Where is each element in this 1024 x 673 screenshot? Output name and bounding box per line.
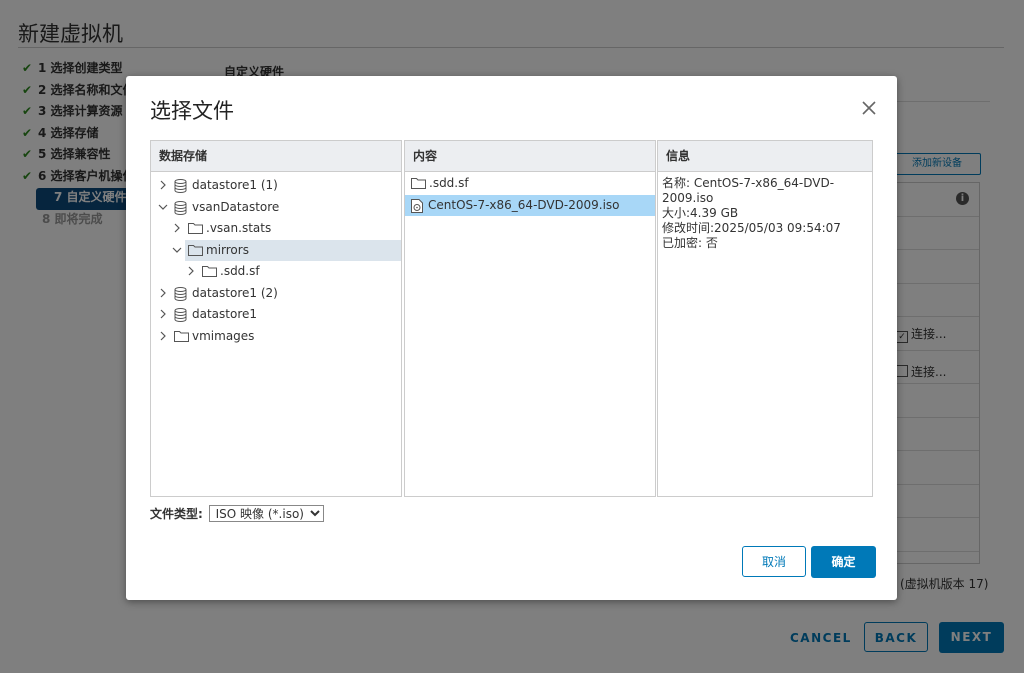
tree-item-selected[interactable]: mirrors: [172, 239, 401, 261]
info-size: 大小:4.39 GB: [662, 206, 739, 220]
tree-item-label: datastore1 (2): [192, 285, 278, 300]
database-icon: [174, 308, 187, 322]
select-file-dialog: 选择文件 数据存储 datastore1 (1) vsanDatastore .…: [126, 76, 897, 600]
chevron-right-icon[interactable]: [158, 180, 168, 190]
datastore-header: 数据存储: [151, 141, 401, 172]
database-icon: [174, 286, 187, 301]
file-type-row: 文件类型: ISO 映像 (*.iso): [150, 505, 324, 522]
chevron-right-icon[interactable]: [158, 331, 168, 341]
file-list-item[interactable]: .sdd.sf: [405, 173, 655, 195]
info-modified: 修改时间:2025/05/03 09:54:07: [662, 221, 841, 235]
file-list-item-selected[interactable]: CentOS-7-x86_64-DVD-2009.iso: [405, 194, 655, 216]
database-icon: [174, 179, 187, 193]
content-pane: 内容 .sdd.sf CentOS-7-x86_64-DVD-2009.iso: [404, 140, 656, 497]
info-name: 名称: CentOS-7-x86_64-DVD-: [662, 176, 835, 190]
close-icon[interactable]: [859, 98, 879, 118]
info-header: 信息: [658, 141, 872, 172]
datastore-pane: 数据存储 datastore1 (1) vsanDatastore .vsan.…: [150, 140, 402, 497]
file-name: .sdd.sf: [429, 176, 469, 190]
folder-icon: [188, 244, 203, 256]
tree-item[interactable]: .vsan.stats: [151, 218, 401, 240]
chevron-right-icon[interactable]: [158, 309, 168, 319]
chevron-right-icon[interactable]: [158, 288, 168, 298]
tree-item[interactable]: datastore1 (2): [151, 283, 401, 305]
tree-item-label: .sdd.sf: [220, 264, 260, 278]
tree-item-label: datastore1: [192, 307, 258, 321]
folder-icon: [188, 223, 203, 234]
ok-button[interactable]: 确定: [811, 546, 876, 578]
file-info: 名称: CentOS-7-x86_64-DVD- 2009.iso 大小:4.3…: [658, 172, 872, 255]
chevron-right-icon[interactable]: [186, 266, 196, 276]
database-icon: [174, 200, 187, 215]
tree-item[interactable]: vmimages: [151, 326, 401, 348]
chevron-down-icon[interactable]: [172, 245, 182, 255]
tree-item-label: vmimages: [192, 328, 255, 343]
tree-item-label: mirrors: [206, 242, 249, 257]
tree-item[interactable]: vsanDatastore: [151, 197, 401, 219]
info-name-cont: 2009.iso: [662, 191, 714, 205]
info-pane: 信息 名称: CentOS-7-x86_64-DVD- 2009.iso 大小:…: [657, 140, 873, 497]
tree-item[interactable]: datastore1 (1): [151, 175, 401, 197]
folder-icon: [411, 178, 426, 189]
file-type-label: 文件类型:: [150, 507, 203, 521]
chevron-right-icon[interactable]: [172, 223, 182, 233]
disc-file-icon: [411, 198, 423, 213]
tree-item-label: .vsan.stats: [206, 221, 272, 235]
dialog-title: 选择文件: [150, 99, 234, 123]
folder-icon: [202, 266, 217, 277]
tree-item-label: vsanDatastore: [192, 199, 280, 214]
cancel-button[interactable]: 取消: [742, 546, 806, 577]
folder-icon: [174, 330, 189, 342]
info-encrypted: 已加密: 否: [662, 236, 718, 250]
content-header: 内容: [405, 141, 655, 172]
tree-item[interactable]: datastore1: [151, 304, 401, 326]
chevron-down-icon[interactable]: [158, 202, 168, 212]
tree-item-label: datastore1 (1): [192, 178, 278, 192]
file-name: CentOS-7-x86_64-DVD-2009.iso: [428, 197, 620, 212]
tree-item[interactable]: .sdd.sf: [151, 261, 401, 283]
file-type-select[interactable]: ISO 映像 (*.iso): [208, 505, 324, 522]
